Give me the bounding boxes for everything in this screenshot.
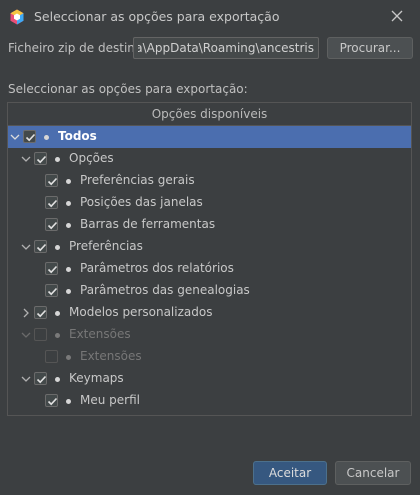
chevron-down-icon[interactable] <box>10 132 20 142</box>
bullet-icon <box>55 311 60 316</box>
bullet-icon <box>66 267 71 272</box>
checkbox[interactable] <box>45 394 58 407</box>
checkbox[interactable] <box>45 196 58 209</box>
tree-node-extensoes-child: Extensões <box>8 346 411 368</box>
close-button[interactable] <box>384 4 410 28</box>
checkbox[interactable] <box>34 240 47 253</box>
accept-button[interactable]: Aceitar <box>253 461 327 485</box>
checkbox[interactable] <box>23 130 36 143</box>
checkbox[interactable] <box>45 218 58 231</box>
bullet-icon <box>44 135 49 140</box>
tree-node-extensoes: Extensões <box>8 324 411 346</box>
tree-node-label: Preferências <box>69 239 143 253</box>
tree-node-label: Extensões <box>69 327 131 341</box>
tree-node-label: Parâmetros das genealogias <box>80 283 250 297</box>
app-hexagon-icon <box>10 9 24 25</box>
chevron-right-icon[interactable] <box>21 308 31 318</box>
chevron-down-icon[interactable] <box>21 154 31 164</box>
checkbox[interactable] <box>45 262 58 275</box>
bullet-icon <box>55 157 60 162</box>
tree-node-meu-perfil[interactable]: Meu perfil <box>8 390 411 412</box>
bullet-icon <box>55 333 60 338</box>
tree-node-label: Opções <box>69 151 114 165</box>
tree-node-label: Modelos personalizados <box>69 305 213 319</box>
title-bar: Seleccionar as opções para exportação <box>0 0 420 34</box>
zip-destination-input[interactable] <box>133 37 319 59</box>
tree-node-parametros-relatorios[interactable]: Parâmetros dos relatórios <box>8 258 411 280</box>
checkbox <box>34 328 47 341</box>
zip-destination-label: Ficheiro zip de destino: <box>8 41 147 55</box>
tree-node-preferencias-gerais[interactable]: Preferências gerais <box>8 170 411 192</box>
tree-node-todos[interactable]: Todos <box>8 126 411 148</box>
checkbox[interactable] <box>45 284 58 297</box>
bullet-icon <box>66 355 71 360</box>
checkbox[interactable] <box>34 306 47 319</box>
checkbox[interactable] <box>34 372 47 385</box>
tree-node-opcoes[interactable]: Opções <box>8 148 411 170</box>
tree-node-preferencias[interactable]: Preferências <box>8 236 411 258</box>
tree-node-label: Todos <box>58 129 97 143</box>
chevron-down-icon[interactable] <box>21 374 31 384</box>
checkbox[interactable] <box>45 174 58 187</box>
tree-node-label: Posições das janelas <box>80 195 203 209</box>
browse-button[interactable]: Procurar... <box>327 37 413 59</box>
chevron-down-icon[interactable] <box>21 242 31 252</box>
close-icon <box>391 10 403 22</box>
checkbox <box>45 350 58 363</box>
tree-header: Opções disponíveis <box>8 103 411 126</box>
chevron-down-icon <box>21 332 31 338</box>
tree-node-posicoes-janelas[interactable]: Posições das janelas <box>8 192 411 214</box>
tree-node-barras-ferramentas[interactable]: Barras de ferramentas <box>8 214 411 236</box>
bullet-icon <box>66 289 71 294</box>
bullet-icon <box>66 399 71 404</box>
cancel-button[interactable]: Cancelar <box>335 461 411 485</box>
tree-node-keymaps[interactable]: Keymaps <box>8 368 411 390</box>
tree-node-label: Extensões <box>80 349 142 363</box>
tree-node-label: Barras de ferramentas <box>80 217 216 231</box>
window-title: Seleccionar as opções para exportação <box>34 9 280 24</box>
options-tree: Opções disponíveis Todos Opções Preferên… <box>7 102 412 416</box>
bullet-icon <box>66 201 71 206</box>
tree-node-modelos-personalizados[interactable]: Modelos personalizados <box>8 302 411 324</box>
tree-node-parametros-genealogias[interactable]: Parâmetros das genealogias <box>8 280 411 302</box>
tree-node-label: Meu perfil <box>80 393 140 407</box>
tree-node-label: Preferências gerais <box>80 173 195 187</box>
export-options-label: Seleccionar as opções para exportação: <box>8 82 248 96</box>
tree-node-label: Keymaps <box>69 371 124 385</box>
tree-node-label: Parâmetros dos relatórios <box>80 261 234 275</box>
bullet-icon <box>55 245 60 250</box>
bullet-icon <box>55 377 60 382</box>
bullet-icon <box>66 179 71 184</box>
bullet-icon <box>66 223 71 228</box>
checkbox[interactable] <box>34 152 47 165</box>
